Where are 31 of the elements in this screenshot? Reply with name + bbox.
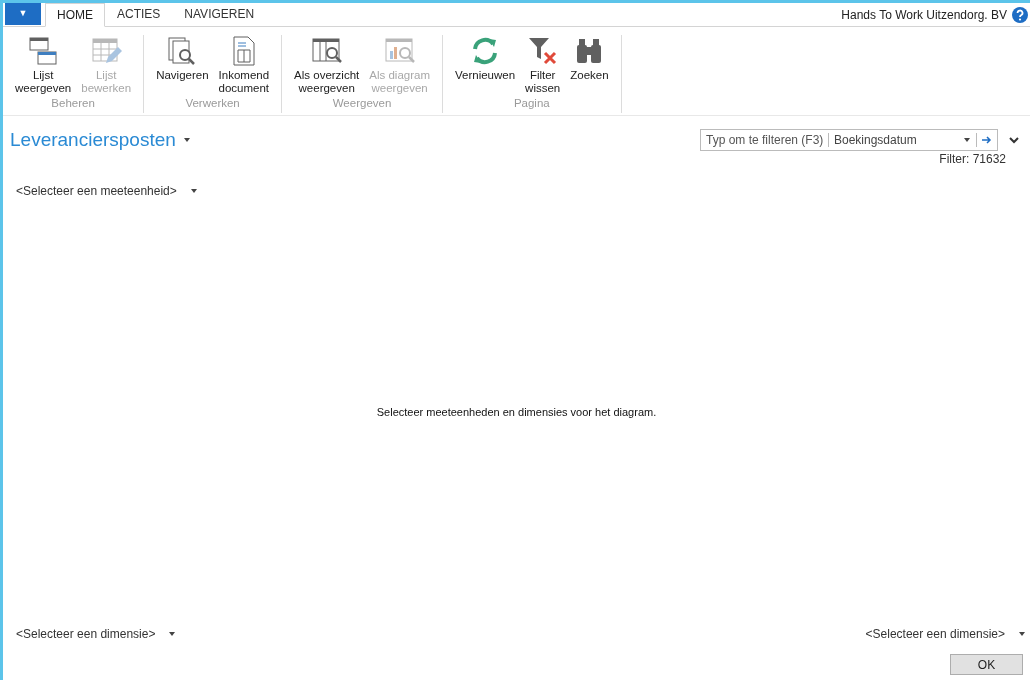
- windows-icon: [27, 35, 60, 67]
- ribbon-button[interactable]: Zoeken: [566, 35, 613, 82]
- ribbon-group-label: Weergeven: [332, 96, 392, 111]
- measure-dropdown[interactable]: <Selecteer een meeteenheid>: [16, 182, 197, 200]
- page-title[interactable]: Leveranciersposten: [10, 125, 190, 155]
- ribbon-button[interactable]: Navigeren: [152, 35, 213, 82]
- ribbon-tab[interactable]: HOME: [45, 3, 105, 27]
- ribbon-button[interactable]: Inkomend document: [214, 35, 274, 95]
- ribbon-group-label: Beheren: [51, 96, 95, 111]
- help-icon[interactable]: [1012, 6, 1028, 23]
- dimension-dropdown[interactable]: <Selecteer een dimensie>: [865, 625, 1025, 643]
- filter-count: Filter: 71632: [939, 151, 1006, 168]
- ribbon-button[interactable]: Vernieuwen: [451, 35, 520, 82]
- filter-clear-icon: [526, 35, 559, 67]
- app-menu-button[interactable]: ▼: [5, 3, 41, 25]
- ribbon-group-label: Verwerken: [185, 96, 240, 111]
- chevron-down-icon[interactable]: [1009, 136, 1019, 144]
- ribbon-group-label: Pagina: [513, 96, 550, 111]
- caret-icon: [190, 189, 197, 193]
- ribbon-button[interactable]: Lijst weergeven: [11, 35, 76, 95]
- caret-icon: [169, 632, 176, 636]
- caret-icon: [1019, 632, 1025, 636]
- ribbon-button[interactable]: Filter wissen: [521, 35, 565, 95]
- ribbon-tab[interactable]: NAVIGEREN: [172, 2, 267, 26]
- dimension-dropdown[interactable]: <Selecteer een dimensie>: [16, 625, 176, 643]
- ribbon-button[interactable]: Als overzicht weergeven: [290, 35, 364, 95]
- ribbon-tab[interactable]: ACTIES: [105, 2, 173, 26]
- ok-button[interactable]: OK: [950, 654, 1023, 675]
- caret-icon: [183, 138, 190, 142]
- chart-empty-message: Selecteer meeteenheden en dimensies voor het diagram.: [376, 404, 657, 420]
- company-name: Hands To Work Uitzendorg. BV: [841, 6, 1007, 24]
